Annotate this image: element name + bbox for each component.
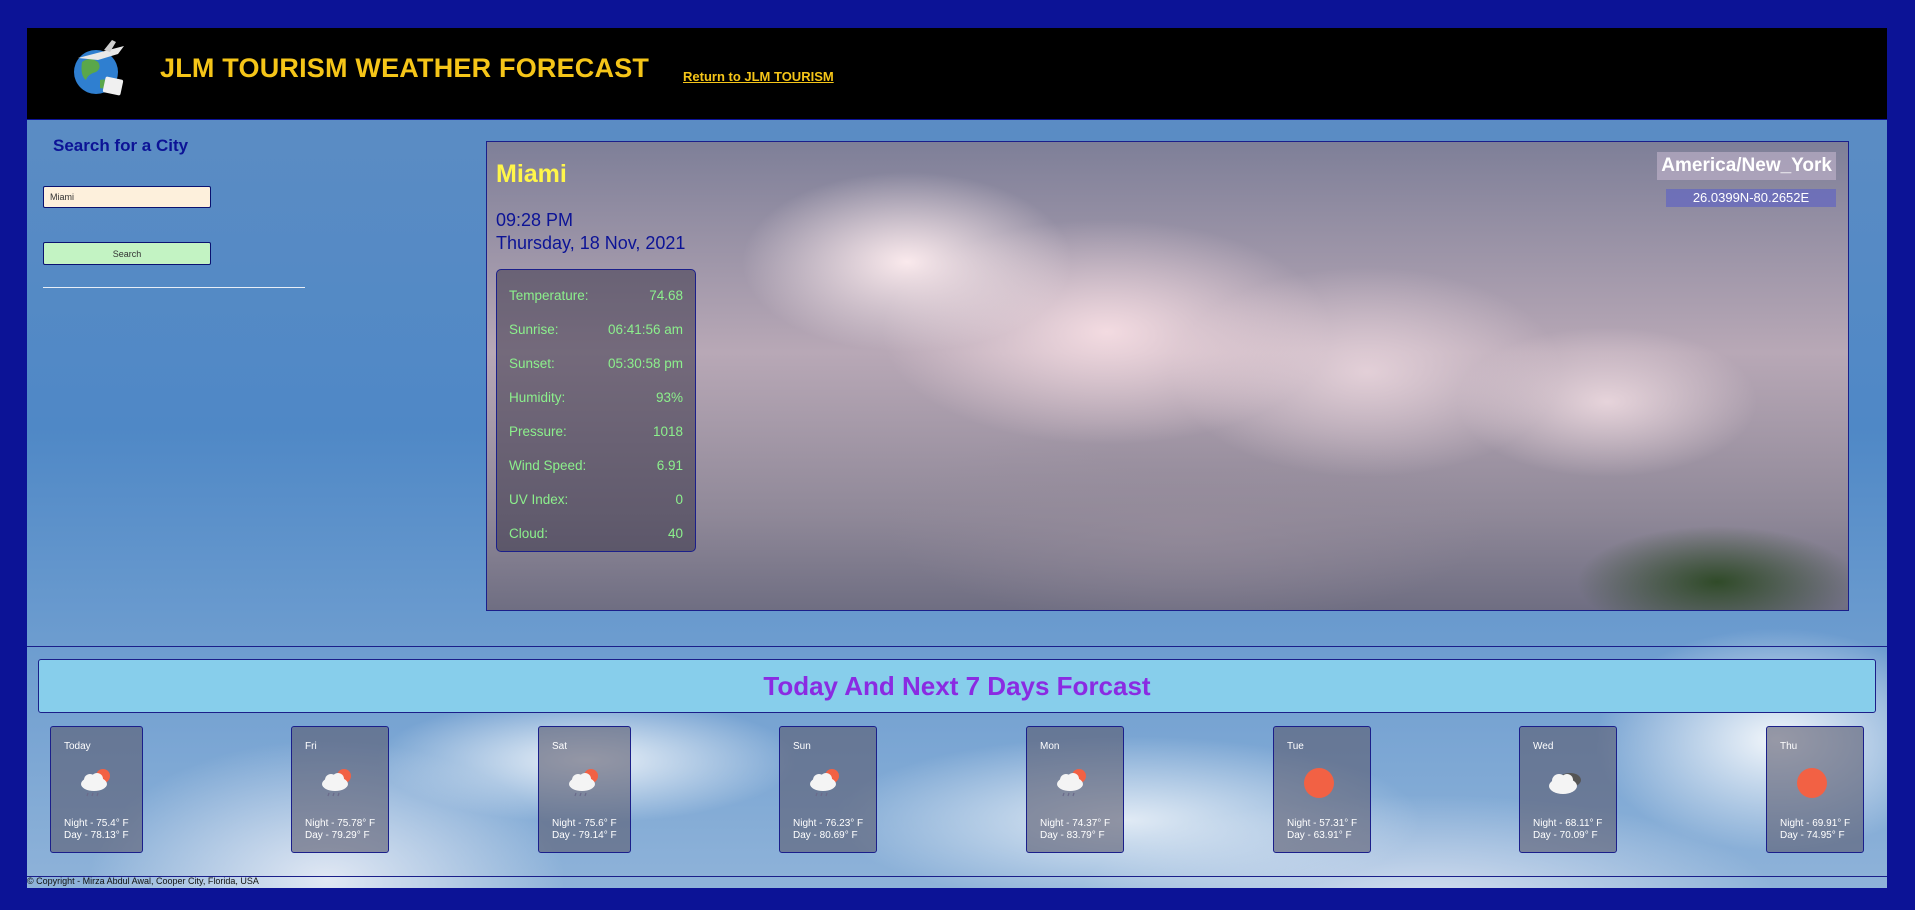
day-temperature: Day - 80.69° F xyxy=(793,830,858,841)
cloud-sun-rain-icon xyxy=(318,765,356,801)
night-temperature: Night - 76.23° F xyxy=(793,818,864,829)
day-temperature: Day - 79.29° F xyxy=(305,830,370,841)
stat-value: 74.68 xyxy=(649,287,683,303)
night-temperature: Night - 69.91° F xyxy=(1780,818,1851,829)
stat-label: Wind Speed: xyxy=(509,457,587,473)
search-heading: Search for a City xyxy=(53,136,189,155)
forecast-day-name: Sat xyxy=(552,741,568,752)
forecast-day-name: Tue xyxy=(1287,741,1304,752)
globe-plane-logo-icon xyxy=(74,40,124,96)
stat-value: 05:30:58 pm xyxy=(607,355,683,371)
coordinates-badge: 26.0399N-80.2652E xyxy=(1666,189,1836,207)
forecast-day-card: Sun Night - 76.23° F Day - 80.69° F xyxy=(779,726,877,853)
day-temperature: Day - 83.79° F xyxy=(1040,830,1105,841)
local-date: Thursday, 18 Nov, 2021 xyxy=(496,233,686,253)
stat-row-uv-index: UV Index: 0 xyxy=(509,482,683,516)
stat-label: UV Index: xyxy=(509,491,569,507)
stat-value: 93% xyxy=(655,389,683,405)
forecast-day-name: Mon xyxy=(1040,741,1060,752)
stat-value: 40 xyxy=(667,525,683,541)
forecast-day-name: Thu xyxy=(1780,741,1798,752)
night-temperature: Night - 68.11° F xyxy=(1533,818,1603,829)
sun-icon xyxy=(1300,765,1338,801)
forecast-day-card: Fri Night - 75.78° F Day - 79.29° F xyxy=(291,726,389,853)
day-temperature: Day - 78.13° F xyxy=(64,830,129,841)
sidebar-divider xyxy=(43,287,305,288)
forecast-day-card: Wed Night - 68.11° F Day - 70.09° F xyxy=(1519,726,1617,853)
stat-row-sunrise: Sunrise: 06:41:56 am xyxy=(509,312,683,346)
night-temperature: Night - 75.78° F xyxy=(305,818,376,829)
frame-bottom xyxy=(27,888,1887,910)
copyright-text: © Copyright - Mirza Abdul Awal, Cooper C… xyxy=(27,876,259,886)
stat-row-wind-speed: Wind Speed: 6.91 xyxy=(509,448,683,482)
stat-label: Sunset: xyxy=(509,355,555,371)
city-search-input[interactable] xyxy=(43,186,211,208)
stat-label: Humidity: xyxy=(509,389,566,405)
frame-right xyxy=(1887,28,1915,890)
forecast-day-name: Wed xyxy=(1533,741,1554,752)
weather-stats: Temperature: 74.68 Sunrise: 06:41:56 am Su… xyxy=(496,269,696,552)
cloud-icon xyxy=(1546,765,1584,801)
stat-row-humidity: Humidity: 93% xyxy=(509,380,683,414)
return-to-jlm-tourism-link[interactable]: Return to JLM TOURISM xyxy=(683,69,834,84)
stat-value: 0 xyxy=(675,491,683,507)
timezone-badge: America/New_York xyxy=(1657,152,1836,180)
forecast-day-name: Today xyxy=(64,741,91,752)
stat-value: 6.91 xyxy=(656,457,683,473)
stat-row-cloud: Cloud: 40 xyxy=(509,516,683,550)
cloud-sun-rain-icon xyxy=(806,765,844,801)
night-temperature: Night - 57.31° F xyxy=(1287,818,1358,829)
search-button[interactable]: Search xyxy=(43,242,211,265)
cloud-sun-rain-icon xyxy=(565,765,603,801)
cloud-sun-rain-icon xyxy=(77,765,115,801)
local-time: 09:28 PM xyxy=(496,210,574,230)
forecast-day-card: Mon Night - 74.37° F Day - 83.79° F xyxy=(1026,726,1124,853)
day-temperature: Day - 63.91° F xyxy=(1287,830,1352,841)
stat-row-pressure: Pressure: 1018 xyxy=(509,414,683,448)
night-temperature: Night - 75.4° F xyxy=(64,818,129,829)
day-temperature: Day - 70.09° F xyxy=(1533,830,1598,841)
stat-row-sunset: Sunset: 05:30:58 pm xyxy=(509,346,683,380)
cloud-sun-rain-icon xyxy=(1053,765,1091,801)
forecast-title: Today And Next 7 Days Forcast xyxy=(38,659,1876,713)
current-weather-panel: Miami 09:28 PM Thursday, 18 Nov, 2021 Te… xyxy=(486,141,1849,611)
forecast-day-card: Today Night - 75.4° F Day - 78.13° F xyxy=(50,726,143,853)
forecast-day-name: Fri xyxy=(305,741,317,752)
stat-label: Temperature: xyxy=(509,287,589,303)
stat-row-temperature: Temperature: 74.68 xyxy=(509,278,683,312)
stat-label: Cloud: xyxy=(509,525,549,541)
stat-value: 06:41:56 am xyxy=(607,321,683,337)
day-temperature: Day - 74.95° F xyxy=(1780,830,1845,841)
forecast-day-card: Tue Night - 57.31° F Day - 63.91° F xyxy=(1273,726,1371,853)
site-header: JLM TOURISM WEATHER FORECAST Return to J… xyxy=(27,28,1887,119)
forecast-day-card: Thu Night - 69.91° F Day - 74.95° F xyxy=(1766,726,1864,853)
forecast-day-card: Sat Night - 75.6° F Day - 79.14° F xyxy=(538,726,631,853)
stat-label: Sunrise: xyxy=(509,321,559,337)
night-temperature: Night - 75.6° F xyxy=(552,818,617,829)
stat-label: Pressure: xyxy=(509,423,567,439)
night-temperature: Night - 74.37° F xyxy=(1040,818,1111,829)
forecast-day-name: Sun xyxy=(793,741,811,752)
day-temperature: Day - 79.14° F xyxy=(552,830,617,841)
stat-value: 1018 xyxy=(652,423,683,439)
sun-icon xyxy=(1793,765,1831,801)
site-title: JLM TOURISM WEATHER FORECAST xyxy=(160,53,650,83)
city-name: Miami xyxy=(496,160,567,188)
